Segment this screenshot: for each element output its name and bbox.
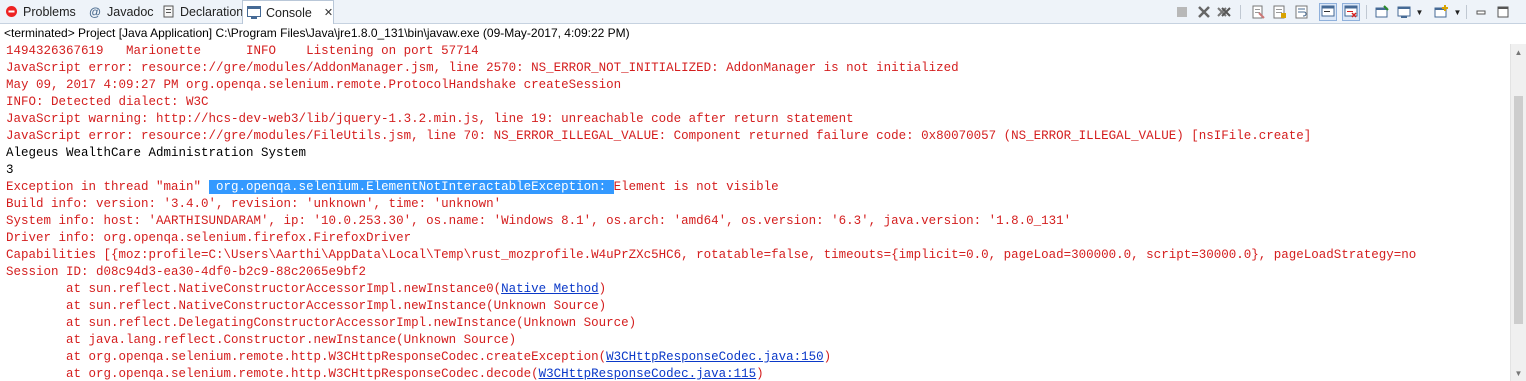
console-line-text: Exception in thread "main" — [6, 180, 209, 194]
vertical-scrollbar[interactable]: ▲ ▼ — [1510, 44, 1526, 381]
word-wrap-icon[interactable] — [1293, 3, 1311, 21]
console-line: at java.lang.reflect.Constructor.newInst… — [6, 332, 516, 349]
show-console-on-stderr-icon[interactable] — [1342, 3, 1360, 21]
console-line-text: Build info: version: '3.4.0', revision: … — [6, 197, 502, 211]
console-line-text: at org.openqa.selenium.remote.http.W3CHt… — [6, 350, 607, 364]
console-line-text: at org.openqa.selenium.remote.http.W3CHt… — [6, 367, 539, 381]
console-line-text: at sun.reflect.NativeConstructorAccessor… — [6, 299, 607, 313]
tab-declaration[interactable]: Declaration — [158, 0, 244, 23]
console-line: Session ID: d08c94d3-ea30-4df0-b2c9-88c2… — [6, 264, 366, 281]
console-line-text: System info: host: 'AARTHISUNDARAM', ip:… — [6, 214, 1072, 228]
scroll-down-icon[interactable]: ▼ — [1511, 365, 1526, 381]
console-line-text: at java.lang.reflect.Constructor.newInst… — [6, 333, 517, 347]
selected-text[interactable]: org.openqa.selenium.ElementNotInteractab… — [208, 180, 614, 194]
console-line-text: ) — [756, 367, 764, 381]
console-line-text: JavaScript error: resource://gre/modules… — [6, 129, 1312, 143]
tab-problems[interactable]: Problems — [0, 0, 80, 23]
problems-icon — [4, 5, 18, 19]
open-console-icon[interactable] — [1432, 3, 1450, 21]
declaration-icon — [162, 5, 175, 19]
console-line: JavaScript error: resource://gre/modules… — [6, 128, 1311, 145]
console-line: Exception in thread "main" org.openqa.se… — [6, 179, 779, 196]
minimize-icon[interactable] — [1472, 3, 1490, 21]
scrollbar-thumb[interactable] — [1514, 96, 1523, 324]
remove-all-terminated-icon[interactable] — [1215, 3, 1233, 21]
console-line: JavaScript error: resource://gre/modules… — [6, 60, 959, 77]
console-line-text: at sun.reflect.NativeConstructorAccessor… — [6, 282, 502, 296]
scroll-lock-icon[interactable] — [1271, 3, 1289, 21]
tab-label: Problems — [23, 4, 76, 19]
chevron-down-icon[interactable]: ▼ — [1453, 3, 1462, 21]
console-line: JavaScript warning: http://hcs-dev-web3/… — [6, 111, 854, 128]
console-line: Build info: version: '3.4.0', revision: … — [6, 196, 501, 213]
console-line: System info: host: 'AARTHISUNDARAM', ip:… — [6, 213, 1071, 230]
console-output[interactable]: 1494326367619 Marionette INFO Listening … — [0, 44, 1510, 381]
console-line: at sun.reflect.DelegatingConstructorAcce… — [6, 315, 636, 332]
console-line: at sun.reflect.NativeConstructorAccessor… — [6, 281, 606, 298]
console-line: Driver info: org.openqa.selenium.firefox… — [6, 230, 411, 247]
console-line: INFO: Detected dialect: W3C — [6, 94, 209, 111]
javadoc-icon: @ — [89, 4, 101, 19]
view-tab-bar: Problems @ Javadoc Declaration Console ✕ — [0, 0, 1526, 24]
console-line-text: 3 — [6, 163, 14, 177]
console-line-text: Alegeus WealthCare Administration System — [6, 146, 307, 160]
console-line: Alegeus WealthCare Administration System — [6, 145, 306, 162]
console-line: May 09, 2017 4:09:27 PM org.openqa.selen… — [6, 77, 621, 94]
chevron-down-icon[interactable]: ▼ — [1415, 3, 1424, 21]
console-line-text: Capabilities [{moz:profile=C:\Users\Aart… — [6, 248, 1417, 262]
stack-trace-link[interactable]: W3CHttpResponseCodec.java:150 — [606, 350, 824, 364]
console-line-text: JavaScript warning: http://hcs-dev-web3/… — [6, 112, 854, 126]
tab-label: Console — [266, 5, 312, 20]
console-line: at org.openqa.selenium.remote.http.W3CHt… — [6, 349, 831, 366]
console-line: 1494326367619 Marionette INFO Listening … — [6, 44, 479, 60]
console-line-text: 1494326367619 Marionette INFO Listening … — [6, 44, 479, 58]
tab-javadoc[interactable]: @ Javadoc — [84, 0, 158, 23]
process-status-line: <terminated> Project [Java Application] … — [4, 26, 630, 40]
console-icon — [247, 6, 261, 20]
console-line-text: at sun.reflect.DelegatingConstructorAcce… — [6, 316, 637, 330]
console-line: Capabilities [{moz:profile=C:\Users\Aart… — [6, 247, 1416, 264]
console-line-text: Session ID: d08c94d3-ea30-4df0-b2c9-88c2… — [6, 265, 367, 279]
close-icon[interactable]: ✕ — [324, 6, 333, 19]
console-line: at org.openqa.selenium.remote.http.W3CHt… — [6, 366, 764, 381]
console-line-text: INFO: Detected dialect: W3C — [6, 95, 209, 109]
console-line: at sun.reflect.NativeConstructorAccessor… — [6, 298, 606, 315]
tab-label: Declaration — [180, 4, 244, 19]
stack-trace-link[interactable]: Native Method — [501, 282, 599, 296]
console-line-text: May 09, 2017 4:09:27 PM org.openqa.selen… — [6, 78, 622, 92]
maximize-icon[interactable] — [1494, 3, 1512, 21]
console-line-text: JavaScript error: resource://gre/modules… — [6, 61, 959, 75]
tab-console[interactable]: Console ✕ — [242, 0, 334, 24]
clear-console-icon[interactable] — [1249, 3, 1267, 21]
tab-label: Javadoc — [107, 4, 154, 19]
console-line: 3 — [6, 162, 14, 179]
show-console-on-stdout-icon[interactable] — [1319, 3, 1337, 21]
console-line-text: ) — [823, 350, 832, 364]
console-line-text: Driver info: org.openqa.selenium.firefox… — [6, 231, 412, 245]
remove-launch-icon[interactable] — [1195, 3, 1213, 21]
terminate-icon[interactable] — [1173, 3, 1191, 21]
console-line-text: ) — [598, 282, 607, 296]
scroll-up-icon[interactable]: ▲ — [1511, 44, 1526, 60]
stack-trace-link[interactable]: W3CHttpResponseCodec.java:115 — [539, 367, 757, 381]
console-line-text: Element is not visible — [613, 180, 779, 194]
display-selected-console-icon[interactable] — [1395, 3, 1413, 21]
pin-console-icon[interactable] — [1373, 3, 1391, 21]
